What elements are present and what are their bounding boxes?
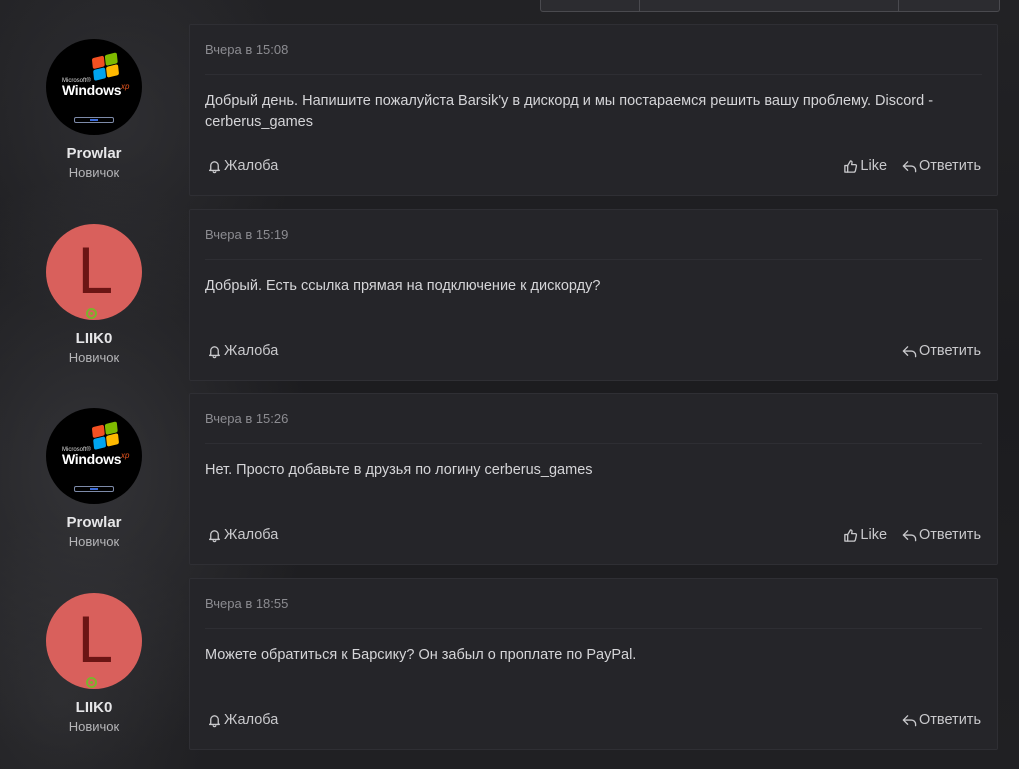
post-author: L LIIK0 Новичок xyxy=(46,224,142,366)
post-text: Добрый день. Напишите пожалуйста Barsik'… xyxy=(205,93,934,130)
post-actions: Ответить xyxy=(902,343,981,359)
xp-logo-word: Windows xyxy=(62,451,122,467)
avatar[interactable]: Microsoft® Windows xp xyxy=(46,39,142,135)
reply-arrow-icon xyxy=(902,529,917,541)
post-card: Вчера в 15:08 Добрый день. Напишите пожа… xyxy=(189,24,998,196)
post-card: Вчера в 15:26 Нет. Просто добавьте в дру… xyxy=(189,393,998,565)
online-indicator-icon xyxy=(86,677,97,688)
xp-loading-bar xyxy=(74,486,114,492)
bell-icon xyxy=(208,714,221,727)
post-footer: Жалоба Ответить xyxy=(207,341,981,361)
user-rank: Новичок xyxy=(68,534,120,549)
avatar-letter: L xyxy=(76,235,112,308)
xp-logo-word: Windows xyxy=(62,82,122,98)
user-rank: Новичок xyxy=(68,165,120,180)
xp-logo-sup: xp xyxy=(121,82,130,91)
pagination-bar[interactable] xyxy=(540,0,1000,12)
post-footer: Жалоба Like Ответить xyxy=(207,156,981,176)
like-label: Like xyxy=(860,158,888,174)
user-rank: Новичок xyxy=(68,350,120,365)
reply-arrow-icon xyxy=(902,714,917,726)
username[interactable]: Prowlar xyxy=(46,145,142,163)
post-text: Нет. Просто добавьте в друзья по логину … xyxy=(205,462,593,478)
windows-flag-icon xyxy=(91,421,120,451)
reply-button[interactable]: Ответить xyxy=(902,527,981,543)
username[interactable]: LIIK0 xyxy=(46,699,142,717)
username[interactable]: Prowlar xyxy=(46,514,142,532)
divider xyxy=(205,74,982,75)
username[interactable]: LIIK0 xyxy=(46,330,142,348)
report-label: Жалоба xyxy=(224,343,279,359)
avatar[interactable]: L xyxy=(46,593,142,689)
bell-icon xyxy=(208,160,221,173)
report-label: Жалоба xyxy=(224,712,279,728)
post-date[interactable]: Вчера в 18:55 xyxy=(205,596,288,611)
xp-loading-bar xyxy=(74,117,114,123)
windows-flag-icon xyxy=(91,52,120,82)
post-date[interactable]: Вчера в 15:26 xyxy=(205,411,288,426)
xp-logo-sup: xp xyxy=(121,451,130,460)
post-text: Можете обратиться к Барсику? Он забыл о … xyxy=(205,647,637,663)
report-button[interactable]: Жалоба xyxy=(207,712,278,728)
pagination-segment[interactable] xyxy=(899,0,999,11)
like-label: Like xyxy=(860,527,888,543)
like-button[interactable]: Like xyxy=(843,158,887,174)
online-indicator-icon xyxy=(86,308,97,319)
pagination-segment[interactable] xyxy=(541,0,640,11)
post-footer: Жалоба Like Ответить xyxy=(207,525,981,545)
thumbs-up-icon xyxy=(844,528,858,542)
reply-arrow-icon xyxy=(902,345,917,357)
like-button[interactable]: Like xyxy=(843,527,887,543)
post-card: Вчера в 18:55 Можете обратиться к Барсик… xyxy=(189,578,998,750)
reply-label: Ответить xyxy=(919,712,981,728)
divider xyxy=(205,259,982,260)
post-actions: Like Ответить xyxy=(843,527,981,543)
post-text: Добрый. Есть ссылка прямая на подключени… xyxy=(205,278,601,294)
reply-label: Ответить xyxy=(919,158,981,174)
avatar[interactable]: L xyxy=(46,224,142,320)
pagination-segment[interactable] xyxy=(640,0,899,11)
post-author: L LIIK0 Новичок xyxy=(46,593,142,735)
report-label: Жалоба xyxy=(224,527,279,543)
post-footer: Жалоба Ответить xyxy=(207,710,981,730)
post-card: Вчера в 15:19 Добрый. Есть ссылка прямая… xyxy=(189,209,998,381)
post-author: Microsoft® Windows xp Prowlar Новичок xyxy=(46,408,142,550)
thumbs-up-icon xyxy=(844,159,858,173)
reply-button[interactable]: Ответить xyxy=(902,158,981,174)
reply-arrow-icon xyxy=(902,160,917,172)
windows-xp-logo: Microsoft® Windows xp xyxy=(46,408,142,504)
report-button[interactable]: Жалоба xyxy=(207,527,278,543)
post-date[interactable]: Вчера в 15:08 xyxy=(205,42,288,57)
divider xyxy=(205,443,982,444)
reply-button[interactable]: Ответить xyxy=(902,343,981,359)
user-rank: Новичок xyxy=(68,719,120,734)
divider xyxy=(205,628,982,629)
post-author: Microsoft® Windows xp Prowlar Новичок xyxy=(46,39,142,181)
reply-label: Ответить xyxy=(919,527,981,543)
post-actions: Like Ответить xyxy=(843,158,981,174)
windows-xp-logo: Microsoft® Windows xp xyxy=(46,39,142,135)
reply-label: Ответить xyxy=(919,343,981,359)
post-actions: Ответить xyxy=(902,712,981,728)
reply-button[interactable]: Ответить xyxy=(902,712,981,728)
report-label: Жалоба xyxy=(224,158,279,174)
report-button[interactable]: Жалоба xyxy=(207,158,278,174)
post-date[interactable]: Вчера в 15:19 xyxy=(205,227,288,242)
avatar[interactable]: Microsoft® Windows xp xyxy=(46,408,142,504)
bell-icon xyxy=(208,529,221,542)
report-button[interactable]: Жалоба xyxy=(207,343,278,359)
avatar-letter: L xyxy=(76,604,112,677)
bell-icon xyxy=(208,345,221,358)
